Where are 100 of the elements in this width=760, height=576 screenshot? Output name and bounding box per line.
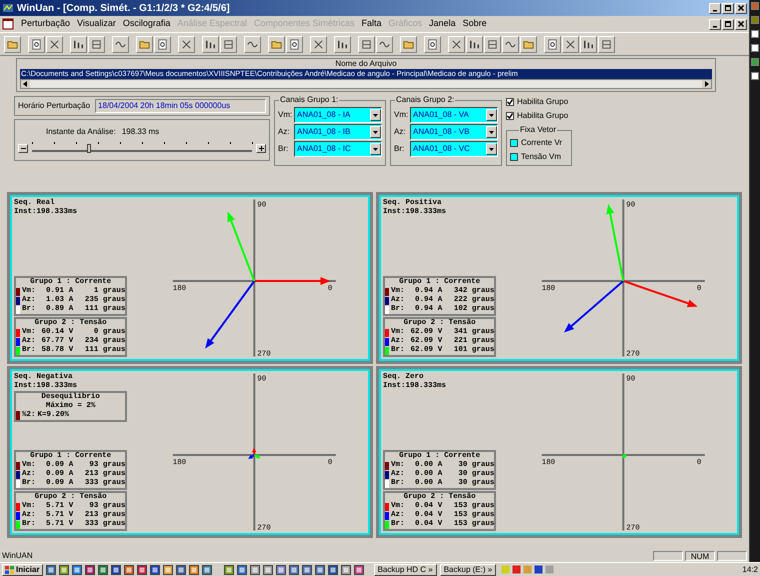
- dropdown-arrow-button[interactable]: [370, 109, 381, 121]
- maximize-button[interactable]: [722, 18, 734, 30]
- dropdown-arrow-button[interactable]: [486, 109, 497, 121]
- scroll-right-icon[interactable]: [702, 80, 711, 88]
- toolbar-button[interactable]: [220, 36, 237, 52]
- quick-launch-icon[interactable]: [124, 564, 134, 574]
- quick-launch-icon[interactable]: [110, 564, 121, 574]
- quick-launch-icon[interactable]: [98, 564, 108, 574]
- dropdown-arrow-button[interactable]: [370, 126, 381, 138]
- toolbar-button[interactable]: [334, 36, 351, 52]
- menu-item[interactable]: Janela: [429, 17, 456, 31]
- start-button[interactable]: Iniciar: [2, 564, 43, 576]
- dropdown-arrow-button[interactable]: [486, 126, 497, 138]
- menu-item[interactable]: Perturbação: [21, 17, 70, 31]
- dropdown-arrow-button[interactable]: [486, 143, 497, 155]
- toolbar-button[interactable]: [598, 36, 615, 52]
- toolbar-button[interactable]: [4, 36, 21, 52]
- quick-launch-icon[interactable]: [250, 564, 260, 574]
- toolbar-button[interactable]: [448, 36, 465, 52]
- horizontal-scrollbar[interactable]: [20, 79, 712, 89]
- minimize-button[interactable]: [709, 2, 721, 14]
- channel-dropdown[interactable]: ANA01_08 - IB: [294, 124, 382, 140]
- quick-launch-icon[interactable]: [236, 564, 247, 574]
- quick-launch-icon[interactable]: [224, 564, 234, 574]
- scroll-left-icon[interactable]: [21, 80, 30, 88]
- quick-launch-icon[interactable]: [354, 564, 364, 574]
- quick-launch-icon[interactable]: [72, 564, 82, 574]
- menu-item[interactable]: Sobre: [462, 17, 487, 31]
- channel-dropdown[interactable]: ANA01_08 - IC: [294, 141, 382, 157]
- close-button[interactable]: [735, 2, 747, 14]
- toolbar-button[interactable]: [520, 36, 537, 52]
- file-label: Nome do Arquivo: [335, 59, 397, 69]
- menu-item[interactable]: Oscilografia: [122, 17, 170, 31]
- checkbox[interactable]: [506, 112, 514, 120]
- quick-launch-icon[interactable]: [262, 564, 273, 574]
- toolbar-button[interactable]: [376, 36, 393, 52]
- toolbar-button[interactable]: [286, 36, 303, 52]
- quick-launch-icon[interactable]: [314, 564, 325, 574]
- checkbox[interactable]: [506, 98, 514, 106]
- decrease-button[interactable]: [18, 144, 28, 152]
- tool-icon: [156, 38, 169, 50]
- toolbar-button[interactable]: [466, 36, 483, 52]
- quick-launch-icon[interactable]: [202, 564, 212, 574]
- toolbar-button[interactable]: [70, 36, 87, 52]
- toolbar-button[interactable]: [424, 36, 441, 52]
- increase-button[interactable]: [256, 144, 266, 152]
- quick-launch-icon[interactable]: [176, 564, 186, 574]
- checkbox[interactable]: [510, 139, 518, 147]
- quick-launch-icon[interactable]: [328, 564, 338, 574]
- close-button[interactable]: [735, 18, 747, 30]
- quick-launch-icon[interactable]: [58, 564, 69, 574]
- toolbar-button[interactable]: [562, 36, 579, 52]
- checkbox-label: Habilita Grupo: [517, 110, 568, 122]
- toolbar-button[interactable]: [502, 36, 519, 52]
- toolbar-button[interactable]: [136, 36, 153, 52]
- tool-icon: [30, 38, 43, 50]
- toolbar-button[interactable]: [28, 36, 45, 52]
- quick-launch-icon[interactable]: [46, 564, 56, 574]
- minimize-button[interactable]: [709, 18, 721, 30]
- quick-launch-icon[interactable]: [188, 564, 199, 574]
- toolbar-button[interactable]: [46, 36, 63, 52]
- dropdown-arrow-button[interactable]: [370, 143, 381, 155]
- quick-launch-icon[interactable]: [136, 564, 147, 574]
- toolbar-button[interactable]: [544, 36, 561, 52]
- quick-launch-icon[interactable]: [302, 564, 312, 574]
- channel-dropdown[interactable]: ANA01_08 - VC: [410, 141, 498, 157]
- checkbox[interactable]: [510, 153, 518, 161]
- slider-thumb[interactable]: [87, 144, 92, 153]
- phasor-dot: [622, 454, 627, 458]
- toolbar-button[interactable]: [268, 36, 285, 52]
- caret-icon: [373, 130, 378, 134]
- quick-launch-icon[interactable]: [162, 564, 173, 574]
- channel-dropdown[interactable]: ANA01_08 - IA: [294, 107, 382, 123]
- toolbar-button[interactable]: [88, 36, 105, 52]
- maximize-button[interactable]: [722, 2, 734, 14]
- taskbar-button[interactable]: Backup HD C »: [374, 564, 437, 576]
- channel-dropdown[interactable]: ANA01_08 - VA: [410, 107, 498, 123]
- toolbar-button[interactable]: [484, 36, 501, 52]
- toolbar-button[interactable]: [244, 36, 261, 52]
- toolbar-button[interactable]: [112, 36, 129, 52]
- toolbar-button[interactable]: [400, 36, 417, 52]
- quick-launch-icon[interactable]: [288, 564, 299, 574]
- tool-icon: [546, 38, 559, 50]
- taskbar-button[interactable]: Backup (E:) »: [440, 564, 496, 576]
- quick-launch-icon[interactable]: [84, 564, 95, 574]
- quick-launch-icon[interactable]: [150, 564, 160, 574]
- toolbar-button[interactable]: [154, 36, 171, 52]
- disturbance-time-field[interactable]: 18/04/2004 20h 18min 05s 000000us: [95, 99, 266, 113]
- channel-label: Az:: [394, 126, 407, 138]
- toolbar-button[interactable]: [178, 36, 195, 52]
- toolbar-button[interactable]: [310, 36, 327, 52]
- quick-launch-icon[interactable]: [276, 564, 286, 574]
- quick-launch-icon[interactable]: [340, 564, 351, 574]
- toolbar-button[interactable]: [358, 36, 375, 52]
- toolbar-button[interactable]: [202, 36, 219, 52]
- menu-item[interactable]: Visualizar: [77, 17, 116, 31]
- time-slider[interactable]: [32, 142, 252, 154]
- menu-item[interactable]: Falta: [362, 17, 382, 31]
- toolbar-button[interactable]: [580, 36, 597, 52]
- channel-dropdown[interactable]: ANA01_08 - VB: [410, 124, 498, 140]
